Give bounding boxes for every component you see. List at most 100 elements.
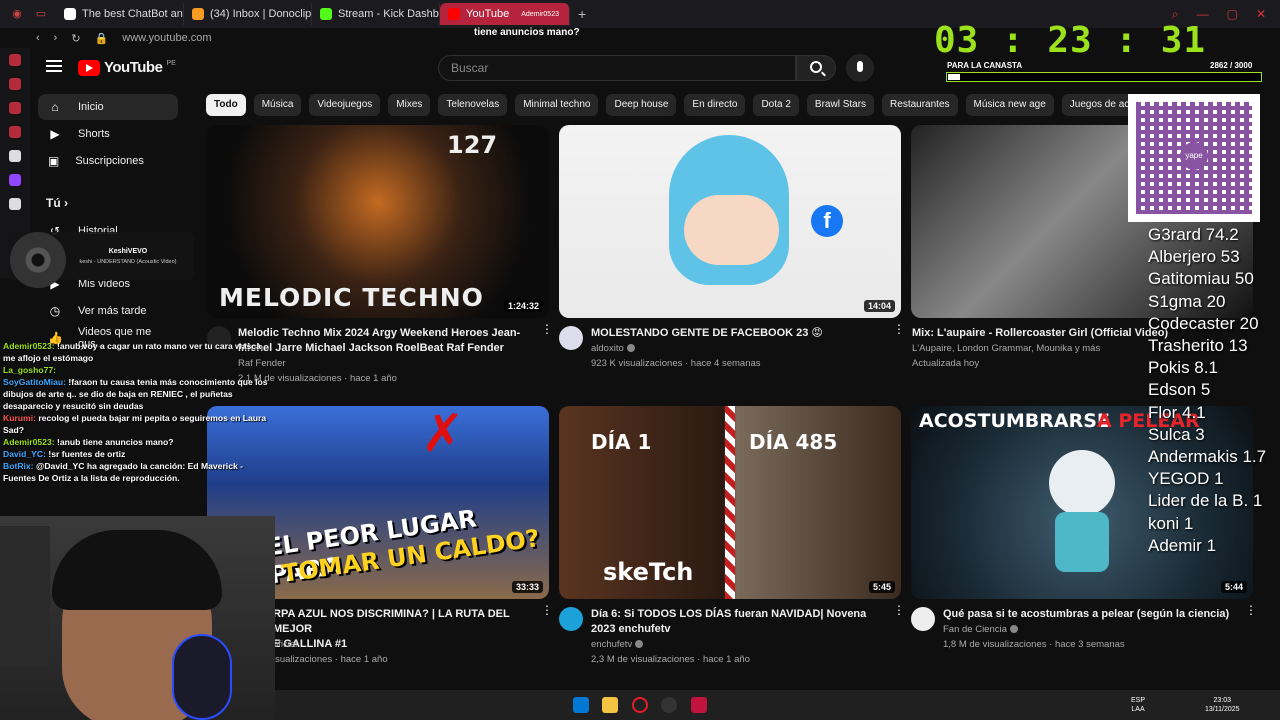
youtube-sidebar: ⌂ Inicio ▶ Shorts ▣ Suscripciones Tú › ↺… [30,88,200,358]
tab-youtube[interactable]: YouTube Ademir0523 [440,3,570,25]
language-indicator[interactable]: ESP LAA [1131,696,1145,714]
channel-avatar[interactable] [559,607,583,631]
tab-label: Stream - Kick Dashboard [338,8,439,20]
home-icon: ⌂ [51,100,59,114]
opera-taskbar-icon[interactable] [632,697,648,713]
new-tab-button[interactable]: + [570,6,586,22]
forward-icon[interactable]: › [54,32,58,44]
whatsapp-icon[interactable] [9,102,21,114]
video-title[interactable]: Melodic Techno Mix 2024 Argy Weekend Her… [238,326,528,356]
chip[interactable]: Música [253,94,302,116]
chip[interactable]: Telenovelas [438,94,508,116]
tab-inbox[interactable]: (34) Inbox | Donoclip [184,3,312,25]
video-thumbnail[interactable]: DÍA 1 DÍA 485 skeTch 5:45 [559,406,901,599]
channel-avatar[interactable] [911,607,935,631]
chat-username: Kurumi: [3,413,36,423]
leaderboard-row: koni 1 [1148,513,1194,533]
chip[interactable]: Música new age [965,94,1054,116]
sidebar-item-home[interactable]: ⌂ Inicio [38,94,178,120]
leaderboard-row: Codecaster 20 [1148,313,1259,333]
more-options-icon[interactable]: ⋮ [893,323,905,341]
more-options-icon[interactable]: ⋮ [541,604,553,622]
chat-username: Ademir0523: [3,437,55,447]
video-card[interactable]: DÍA 1 DÍA 485 skeTch 5:45 Día 6: Si TODO… [559,406,905,677]
more-options-icon[interactable]: ⋮ [893,604,905,622]
chip[interactable]: Dota 2 [753,94,799,116]
file-explorer-icon[interactable] [602,697,618,713]
leaderboard-row: Alberjero 53 [1148,247,1240,267]
chip[interactable]: Deep house [606,94,677,116]
chat-username: BotRix: [3,461,34,471]
tiktok-icon[interactable] [9,150,21,162]
workspace-icon[interactable]: ▭ [34,7,48,21]
video-title[interactable]: Qué pasa si te acostumbras a pelear (seg… [943,607,1233,622]
chat-message: Kurumi: recolog el pueda bajar mi pepita… [0,412,275,436]
channel-label: aldoxito [591,343,624,354]
kick-favicon [320,8,332,20]
instagram-icon[interactable] [9,126,21,138]
reload-icon[interactable]: ↻ [71,32,80,45]
voice-search-button[interactable] [846,54,874,82]
close-icon[interactable]: ✕ [1256,7,1266,22]
opera-icon[interactable]: ◉ [10,7,24,21]
chip[interactable]: Brawl Stars [806,94,875,116]
sidebar-item-label: Ver más tarde [78,305,147,317]
thumb-title: MELODIC TECHNO [219,283,484,312]
channel-name[interactable]: oficial [273,639,297,650]
anime-character-face [684,195,779,265]
x-icon[interactable] [9,198,21,210]
channel-label: Fan de Ciencia [943,624,1007,635]
sidebar-item-watch-later[interactable]: ◷ Ver más tarde [38,298,178,324]
twitch-icon[interactable] [9,174,21,186]
channel-name[interactable]: aldoxito [591,343,635,354]
video-title[interactable]: MOLESTANDO GENTE DE FACEBOOK 23 😡 [591,326,881,341]
search-button[interactable] [796,55,836,81]
video-thumbnail[interactable]: 127 MELODIC TECHNO 1:24:32 [207,125,549,318]
chip[interactable]: Mixes [388,94,431,116]
canasta-label: PARA LA CANASTA [947,61,1023,70]
tab-kick[interactable]: Stream - Kick Dashboard [312,3,440,25]
vinyl-disc-icon [10,232,66,288]
clock-time: 23:03 [1213,697,1232,704]
tab-chatbot[interactable]: The best ChatBot and [56,3,184,25]
sidebar-you-heading[interactable]: Tú › [46,196,68,210]
search-input[interactable]: Buscar [438,55,796,81]
channel-name[interactable]: Fan de Ciencia [943,624,1018,635]
chip[interactable]: En directo [684,94,746,116]
more-options-icon[interactable]: ⋮ [1245,604,1257,622]
video-title[interactable]: Día 6: Si TODOS LOS DÍAS fueran NAVIDAD|… [591,607,881,637]
background-shelf [0,526,50,666]
sidebar-item-shorts[interactable]: ▶ Shorts [38,121,178,147]
aria-icon[interactable] [9,54,21,66]
app-icon[interactable] [691,697,707,713]
url-field[interactable]: www.youtube.com [122,32,211,44]
windows-start-icon[interactable] [573,697,589,713]
back-icon[interactable]: ‹ [36,32,40,44]
leaderboard-row: Lider de la B. 1 [1148,491,1263,511]
canasta-progress-fill [948,74,960,80]
hamburger-menu-icon[interactable] [46,60,62,72]
messenger-icon[interactable] [9,78,21,90]
channel-name[interactable]: L'Aupaire, London Grammar, Mounika y más [912,343,1100,354]
maximize-icon[interactable]: ▢ [1227,7,1238,22]
youtube-logo[interactable]: YouTube PE [78,59,176,76]
chip[interactable]: Todo [206,94,246,116]
video-stats: 1,8 M de visualizaciones · hace 3 semana… [943,639,1125,650]
chip[interactable]: Minimal techno [515,94,599,116]
video-thumbnail[interactable]: f 14:04 [559,125,901,318]
channel-name[interactable]: enchufetv [591,639,644,650]
chat-text: !sr fuentes de ortiz [45,449,126,459]
sidebar-item-subscriptions[interactable]: ▣ Suscripciones [38,148,178,174]
more-options-icon[interactable]: ⋮ [541,323,553,341]
video-title[interactable]: RPA AZUL NOS DISCRIMINA? | LA RUTA DEL M… [273,607,533,652]
video-card[interactable]: f 14:04 MOLESTANDO GENTE DE FACEBOOK 23 … [559,125,905,396]
leaderboard-row: Andermakis 1.7 [1148,447,1267,467]
red-x-icon: ✗ [421,406,465,464]
chatbot-favicon [64,8,76,20]
clock[interactable]: 23:03 13/11/2025 [1205,696,1240,714]
chip[interactable]: Videojuegos [309,94,381,116]
chip[interactable]: Restaurantes [882,94,958,116]
obs-icon[interactable] [661,697,677,713]
channel-avatar[interactable] [559,326,583,350]
clock-icon: ◷ [49,304,61,318]
